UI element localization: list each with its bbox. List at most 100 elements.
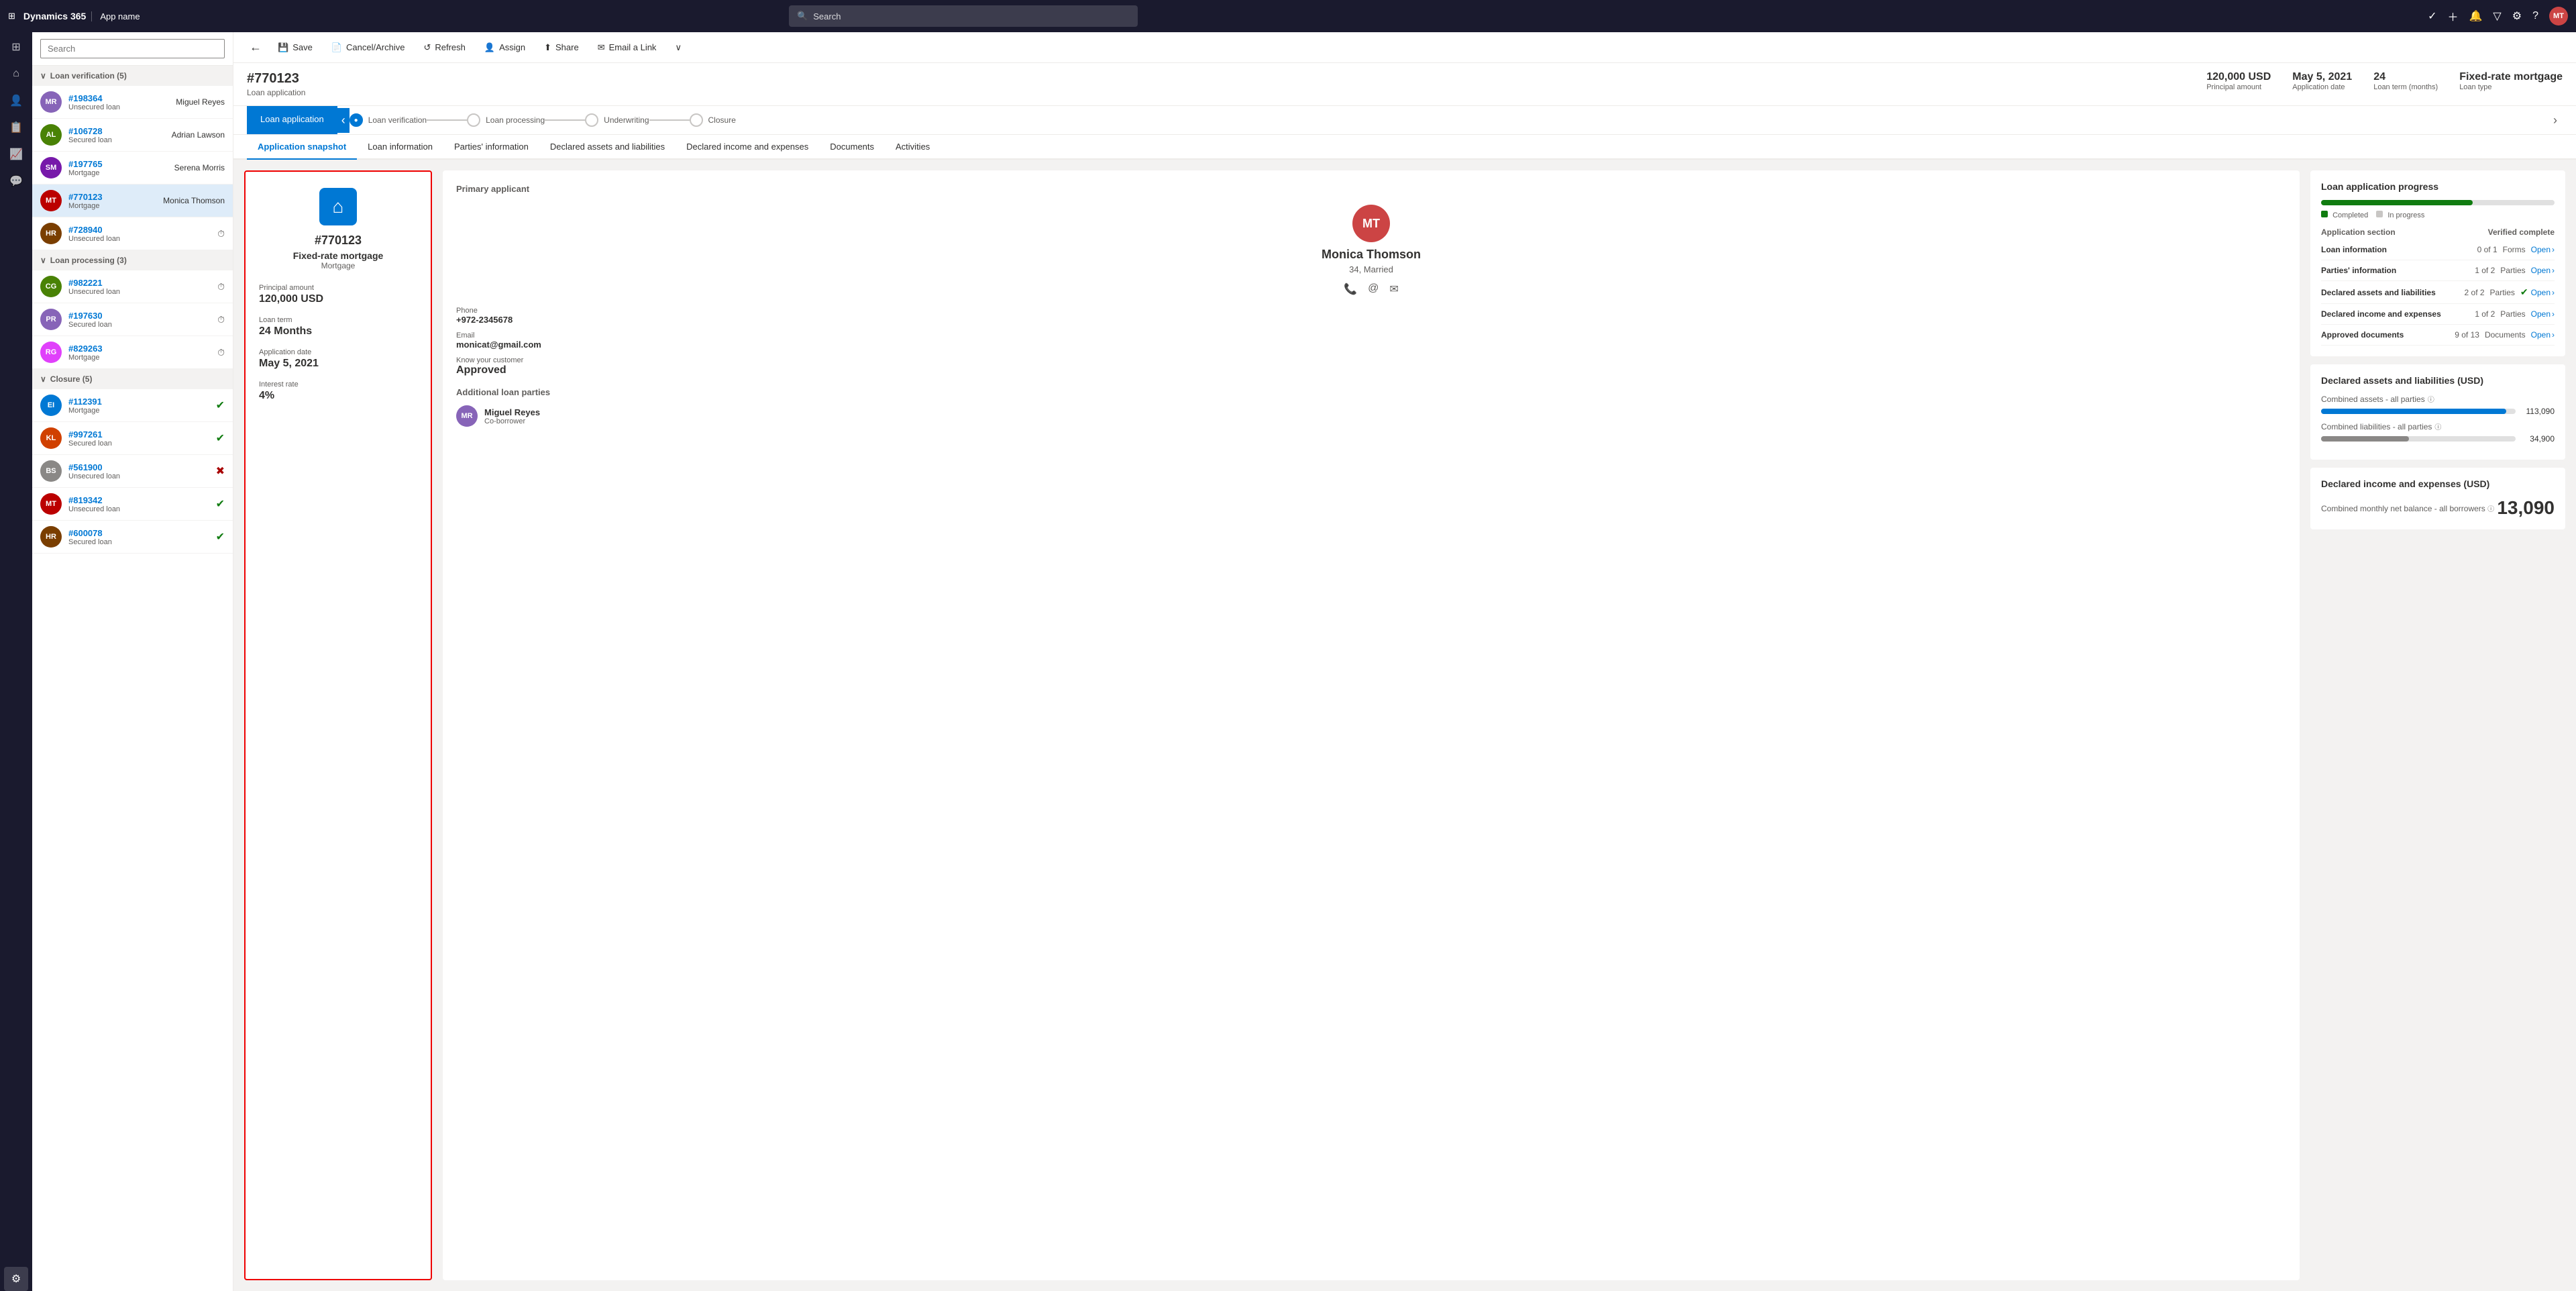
list-item[interactable]: MR #198364 Unsecured loan Miguel Reyes	[32, 86, 233, 119]
chevron-down-icon: ∨	[40, 71, 46, 81]
sidebar-item-person[interactable]: 👤	[4, 89, 28, 113]
sidebar-item-chart[interactable]: 📈	[4, 142, 28, 166]
step-loan-application[interactable]: Loan application	[247, 106, 337, 134]
assign-button[interactable]: 👤 Assign	[476, 38, 533, 57]
app-date-value: May 5, 2021	[2292, 71, 2352, 83]
loan-card-number: #770123	[315, 234, 362, 248]
sidebar-item-home[interactable]: ⌂	[4, 62, 28, 86]
co-borrower-name: Miguel Reyes	[484, 407, 540, 417]
waffle-icon[interactable]: ⊞	[8, 11, 15, 21]
chevron-right-icon[interactable]: ›	[2548, 113, 2563, 127]
gear-icon[interactable]: ⚙	[2512, 9, 2522, 23]
loan-type: Mortgage	[68, 407, 209, 415]
loan-type-value: Fixed-rate mortgage	[2459, 71, 2563, 83]
tab-activities[interactable]: Activities	[885, 135, 941, 160]
contact-icons: 📞 @ ✉	[456, 282, 2286, 296]
list-item[interactable]: MT #819342 Unsecured loan ✔	[32, 488, 233, 521]
mail-icon[interactable]: ✉	[1389, 282, 1398, 296]
more-button[interactable]: ∨	[667, 38, 690, 57]
chevron-down-icon: ∨	[40, 256, 46, 265]
group-loan-verification[interactable]: ∨ Loan verification (5)	[32, 66, 233, 86]
list-item[interactable]: RG #829263 Mortgage ⏱	[32, 336, 233, 369]
section-name: Declared income and expenses	[2321, 309, 2475, 319]
sidebar-item-grid[interactable]: ⊞	[4, 35, 28, 59]
loan-number: #819342	[68, 495, 209, 505]
loan-card-category: Mortgage	[321, 261, 356, 270]
group-loan-processing[interactable]: ∨ Loan processing (3)	[32, 250, 233, 270]
combined-liabilities-label: Combined liabilities - all parties	[2321, 422, 2432, 431]
combined-liabilities-row: Combined liabilities - all parties ⓘ 34,…	[2321, 421, 2555, 444]
tab-declared-assets[interactable]: Declared assets and liabilities	[539, 135, 676, 160]
save-button[interactable]: 💾 Save	[270, 38, 321, 57]
email-link-button[interactable]: ✉ Email a Link	[590, 38, 665, 57]
avatar: MT	[40, 190, 62, 211]
tab-application-snapshot[interactable]: Application snapshot	[247, 135, 357, 160]
list-item[interactable]: BS #561900 Unsecured loan ✖	[32, 455, 233, 488]
list-item[interactable]: AL #106728 Secured loan Adrian Lawson	[32, 119, 233, 152]
filter-icon[interactable]: ▽	[2493, 9, 2501, 23]
sidebar-item-clipboard[interactable]: 📋	[4, 115, 28, 140]
interest-rate-value: 4%	[259, 390, 417, 402]
step-circle-verification: ●	[350, 113, 363, 127]
step-circle-closure	[690, 113, 703, 127]
brand: Dynamics 365 App name	[23, 11, 140, 21]
tab-declared-income[interactable]: Declared income and expenses	[676, 135, 819, 160]
plus-icon[interactable]: ＋	[2447, 8, 2458, 24]
list-item[interactable]: EI #112391 Mortgage ✔	[32, 389, 233, 422]
list-search-input[interactable]	[40, 39, 225, 58]
open-link[interactable]: Open ›	[2531, 309, 2555, 319]
app-date-value: May 5, 2021	[259, 358, 417, 370]
list-panel: ∨ Loan verification (5) MR #198364 Unsec…	[32, 32, 233, 1291]
list-item[interactable]: PR #197630 Secured loan ⏱	[32, 303, 233, 336]
list-item[interactable]: HR #728940 Unsecured loan ⏱	[32, 217, 233, 250]
tab-loan-information[interactable]: Loan information	[357, 135, 443, 160]
open-link[interactable]: Open ›	[2531, 288, 2555, 297]
combined-liabilities-value: 34,900	[2521, 434, 2555, 444]
loan-number: #829263	[68, 344, 211, 354]
loan-term-label: Loan term	[259, 316, 417, 324]
open-link[interactable]: Open ›	[2531, 245, 2555, 254]
email-icon[interactable]: @	[1368, 282, 1379, 296]
bell-icon[interactable]: 🔔	[2469, 9, 2483, 23]
avatar: MT	[40, 493, 62, 515]
sidebar-item-chat[interactable]: 💬	[4, 169, 28, 193]
list-item[interactable]: HR #600078 Secured loan ✔	[32, 521, 233, 554]
cancel-archive-button[interactable]: 📄 Cancel/Archive	[323, 38, 413, 57]
global-search[interactable]: 🔍 Search	[789, 5, 1138, 27]
main-content: ← 💾 Save 📄 Cancel/Archive ↺ Refresh 👤 As…	[233, 32, 2576, 1291]
user-avatar[interactable]: MT	[2549, 7, 2568, 25]
share-button[interactable]: ⬆ Share	[536, 38, 587, 57]
loan-number: #197765	[68, 159, 168, 169]
refresh-button[interactable]: ↺ Refresh	[415, 38, 473, 57]
phone-icon[interactable]: 📞	[1344, 282, 1357, 296]
chevron-right-icon: ›	[2552, 288, 2555, 297]
interest-rate-label: Interest rate	[259, 380, 417, 389]
list-item-selected[interactable]: MT #770123 Mortgage Monica Thomson	[32, 185, 233, 217]
group-closure[interactable]: ∨ Closure (5)	[32, 369, 233, 389]
list-item[interactable]: SM #197765 Mortgage Serena Morris	[32, 152, 233, 185]
section-count: 9 of 13	[2455, 330, 2479, 340]
chevron-collapse-icon[interactable]: ‹	[337, 108, 350, 133]
help-icon[interactable]: ?	[2532, 10, 2538, 22]
sidebar-item-settings[interactable]: ⚙	[4, 1267, 28, 1291]
loan-number: #197630	[68, 311, 211, 321]
primary-applicant-header: Primary applicant	[456, 184, 2286, 194]
kyc-value: Approved	[456, 364, 2286, 376]
open-link[interactable]: Open ›	[2531, 266, 2555, 275]
section-count: 1 of 2	[2475, 266, 2495, 275]
net-balance-value: 13,090	[2497, 497, 2555, 519]
tab-parties-information[interactable]: Parties' information	[443, 135, 539, 160]
avatar: HR	[40, 526, 62, 548]
check-circle-icon[interactable]: ✓	[2428, 9, 2436, 23]
loan-type: Mortgage	[68, 202, 156, 210]
additional-parties-label: Additional loan parties	[456, 387, 2286, 397]
open-link[interactable]: Open ›	[2531, 330, 2555, 340]
tab-documents[interactable]: Documents	[819, 135, 885, 160]
avatar: KL	[40, 427, 62, 449]
back-button[interactable]: ←	[244, 38, 267, 57]
list-item[interactable]: KL #997261 Secured loan ✔	[32, 422, 233, 455]
loan-type: Mortgage	[68, 169, 168, 177]
loan-type: Unsecured loan	[68, 235, 211, 243]
applicant-name-label: Serena Morris	[174, 163, 225, 172]
list-item[interactable]: CG #982221 Unsecured loan ⏱	[32, 270, 233, 303]
